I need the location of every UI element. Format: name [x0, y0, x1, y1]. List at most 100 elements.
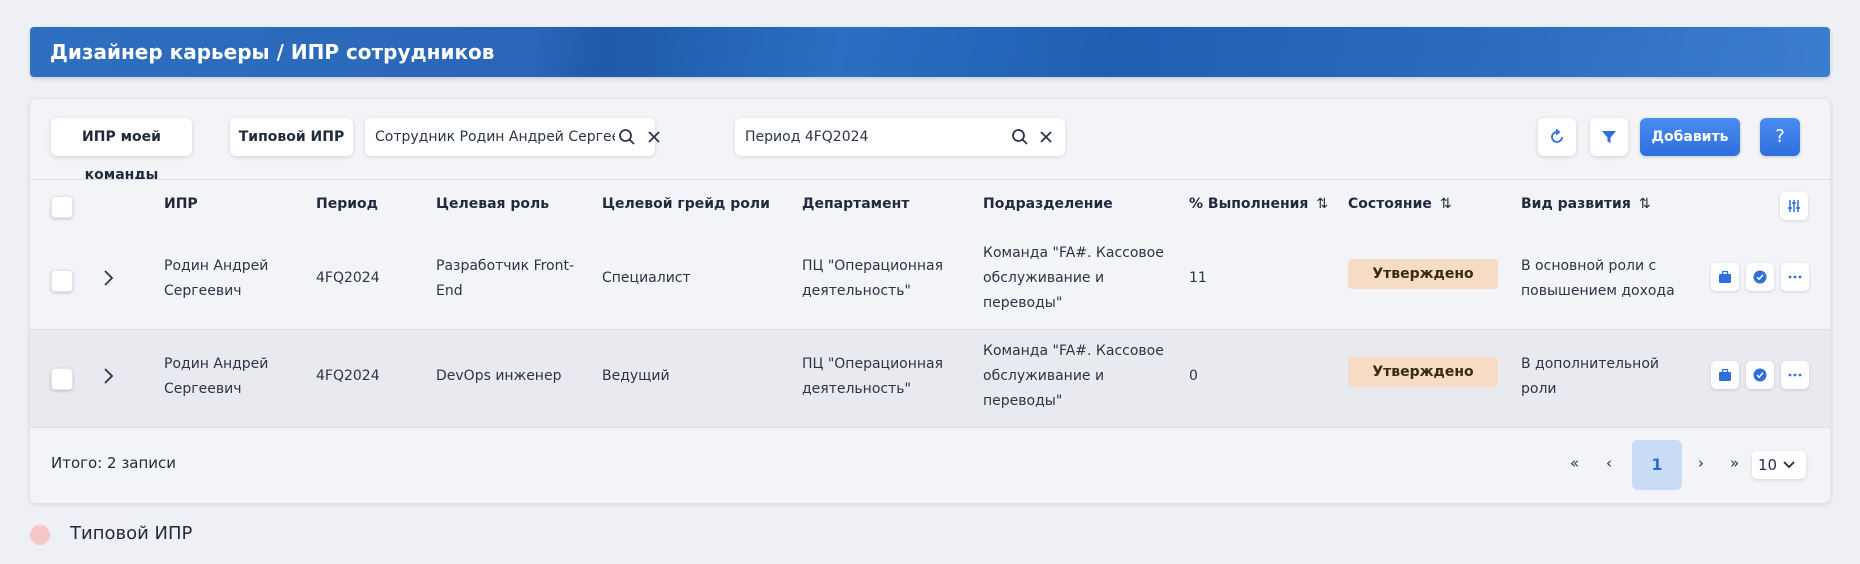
period-filter[interactable]: Период 4FQ2024: [735, 118, 1065, 156]
cell-line: повышением дохода: [1521, 283, 1675, 299]
cell-subdivision: Команда "FA#. Кассовое обслуживание и пе…: [983, 339, 1164, 414]
cell-line: деятельность": [802, 381, 911, 397]
cell-employee[interactable]: Родин Андрей Сергеевич: [164, 352, 268, 402]
briefcase-icon: [1719, 270, 1731, 283]
cell-grade: Специалист: [602, 270, 691, 286]
help-icon: ?: [1775, 126, 1785, 147]
legend-color-dot: [30, 525, 50, 545]
ipr-panel: ИПР моей команды Типовой ИПР Сотрудник Р…: [30, 99, 1830, 503]
prev-page-button[interactable]: ‹: [1606, 454, 1612, 472]
add-button[interactable]: Добавить: [1640, 118, 1740, 156]
cell-line: деятельность": [802, 283, 911, 299]
column-settings-button[interactable]: [1780, 192, 1808, 220]
select-all-checkbox[interactable]: [51, 196, 73, 218]
col-target-role[interactable]: Целевая роль: [436, 196, 549, 212]
cell-development: В дополнительной роли: [1521, 352, 1659, 402]
col-target-grade[interactable]: Целевой грейд роли: [602, 196, 770, 212]
row-checkbox[interactable]: [51, 270, 73, 292]
cell-target-role: DevOps инженер: [436, 364, 561, 389]
cell-line: Команда "FA#. Кассовое: [983, 245, 1164, 261]
sort-icon[interactable]: ⇅: [1440, 196, 1452, 212]
page-1-button[interactable]: 1: [1632, 440, 1682, 490]
refresh-icon: [1551, 128, 1563, 143]
col-progress[interactable]: % Выполнения ⇅: [1189, 196, 1328, 212]
cell-progress: 11: [1189, 270, 1207, 286]
expand-row-icon[interactable]: [102, 366, 116, 386]
typical-ipr-button[interactable]: Типовой ИПР: [230, 118, 353, 156]
check-badge-icon: [1753, 368, 1767, 382]
cell-department: ПЦ "Операционная деятельность": [802, 254, 943, 304]
briefcase-button[interactable]: [1711, 361, 1739, 389]
col-subdivision[interactable]: Подразделение: [983, 196, 1113, 212]
col-progress-label: % Выполнения: [1189, 196, 1309, 212]
table-row[interactable]: Родин Андрей Сергеевич 4FQ2024 Разработч…: [30, 232, 1830, 330]
page-size-value: 10: [1758, 456, 1778, 474]
cell-line: переводы": [983, 393, 1063, 409]
col-department[interactable]: Департамент: [802, 196, 909, 212]
sort-icon[interactable]: ⇅: [1316, 196, 1328, 212]
row-checkbox[interactable]: [51, 368, 73, 390]
cell-line: End: [436, 283, 463, 299]
col-period[interactable]: Период: [316, 196, 378, 212]
my-team-ipr-button[interactable]: ИПР моей команды: [51, 118, 192, 183]
first-page-button[interactable]: «: [1570, 454, 1579, 472]
employee-filter-value: Сотрудник Родин Андрей Сергее...: [375, 129, 615, 145]
period-filter-value: Период 4FQ2024: [745, 129, 869, 145]
filter-button[interactable]: [1590, 118, 1628, 156]
approve-button[interactable]: [1746, 263, 1774, 291]
briefcase-button[interactable]: [1711, 263, 1739, 291]
status-badge: Утверждено: [1348, 259, 1498, 289]
cell-line: ПЦ "Операционная: [802, 258, 944, 274]
next-page-button[interactable]: ›: [1698, 454, 1704, 472]
filter-icon: [1602, 131, 1616, 143]
cell-employee[interactable]: Родин Андрей Сергеевич: [164, 254, 268, 304]
col-status[interactable]: Состояние ⇅: [1348, 196, 1452, 212]
approve-button[interactable]: [1746, 361, 1774, 389]
clear-icon[interactable]: [645, 128, 663, 146]
column-settings-icon: [1788, 200, 1800, 212]
col-development-label: Вид развития: [1521, 196, 1631, 212]
last-page-button[interactable]: »: [1730, 454, 1739, 472]
cell-line: DevOps инженер: [436, 368, 562, 384]
cell-target-role: Разработчик Front- End: [436, 254, 574, 304]
more-icon: [1788, 373, 1802, 377]
cell-progress: 0: [1189, 368, 1198, 384]
cell-line: Разработчик Front-: [436, 258, 575, 274]
employee-filter[interactable]: Сотрудник Родин Андрей Сергее...: [365, 118, 660, 156]
cell-department: ПЦ "Операционная деятельность": [802, 352, 943, 402]
cell-line: переводы": [983, 295, 1063, 311]
page-size-select[interactable]: 10: [1752, 451, 1806, 479]
refresh-button[interactable]: [1538, 118, 1576, 156]
more-button[interactable]: [1781, 361, 1809, 389]
briefcase-icon: [1719, 368, 1731, 381]
chevron-down-icon: [1783, 461, 1795, 469]
col-ipr[interactable]: ИПР: [164, 196, 198, 212]
cell-line: ПЦ "Операционная: [802, 356, 944, 372]
more-icon: [1788, 275, 1802, 279]
cell-period: 4FQ2024: [316, 270, 380, 286]
search-icon[interactable]: [1011, 128, 1029, 146]
cell-grade: Ведущий: [602, 368, 670, 384]
more-button[interactable]: [1781, 263, 1809, 291]
clear-icon[interactable]: [1037, 128, 1055, 146]
sort-icon[interactable]: ⇅: [1639, 196, 1651, 212]
total-count: Итого: 2 записи: [51, 454, 177, 472]
cell-line: В основной роли с: [1521, 258, 1657, 274]
status-badge: Утверждено: [1348, 357, 1498, 387]
help-button[interactable]: ?: [1760, 118, 1800, 156]
table-row[interactable]: Родин Андрей Сергеевич 4FQ2024 DevOps ин…: [30, 330, 1830, 428]
page-title: Дизайнер карьеры / ИПР сотрудников: [50, 40, 495, 64]
cell-development: В основной роли с повышением дохода: [1521, 254, 1675, 304]
table-header: ИПР Период Целевая роль Целевой грейд ро…: [30, 179, 1830, 233]
cell-line: обслуживание и: [983, 368, 1105, 384]
cell-line: Сергеевич: [164, 283, 242, 299]
expand-row-icon[interactable]: [102, 268, 116, 288]
cell-line: роли: [1521, 381, 1557, 397]
col-development[interactable]: Вид развития ⇅: [1521, 196, 1651, 212]
page-header: Дизайнер карьеры / ИПР сотрудников: [30, 27, 1830, 77]
search-icon[interactable]: [618, 128, 636, 146]
cell-line: Команда "FA#. Кассовое: [983, 343, 1164, 359]
cell-line: обслуживание и: [983, 270, 1105, 286]
cell-line: Родин Андрей: [164, 356, 269, 372]
legend-label: Типовой ИПР: [70, 523, 193, 544]
